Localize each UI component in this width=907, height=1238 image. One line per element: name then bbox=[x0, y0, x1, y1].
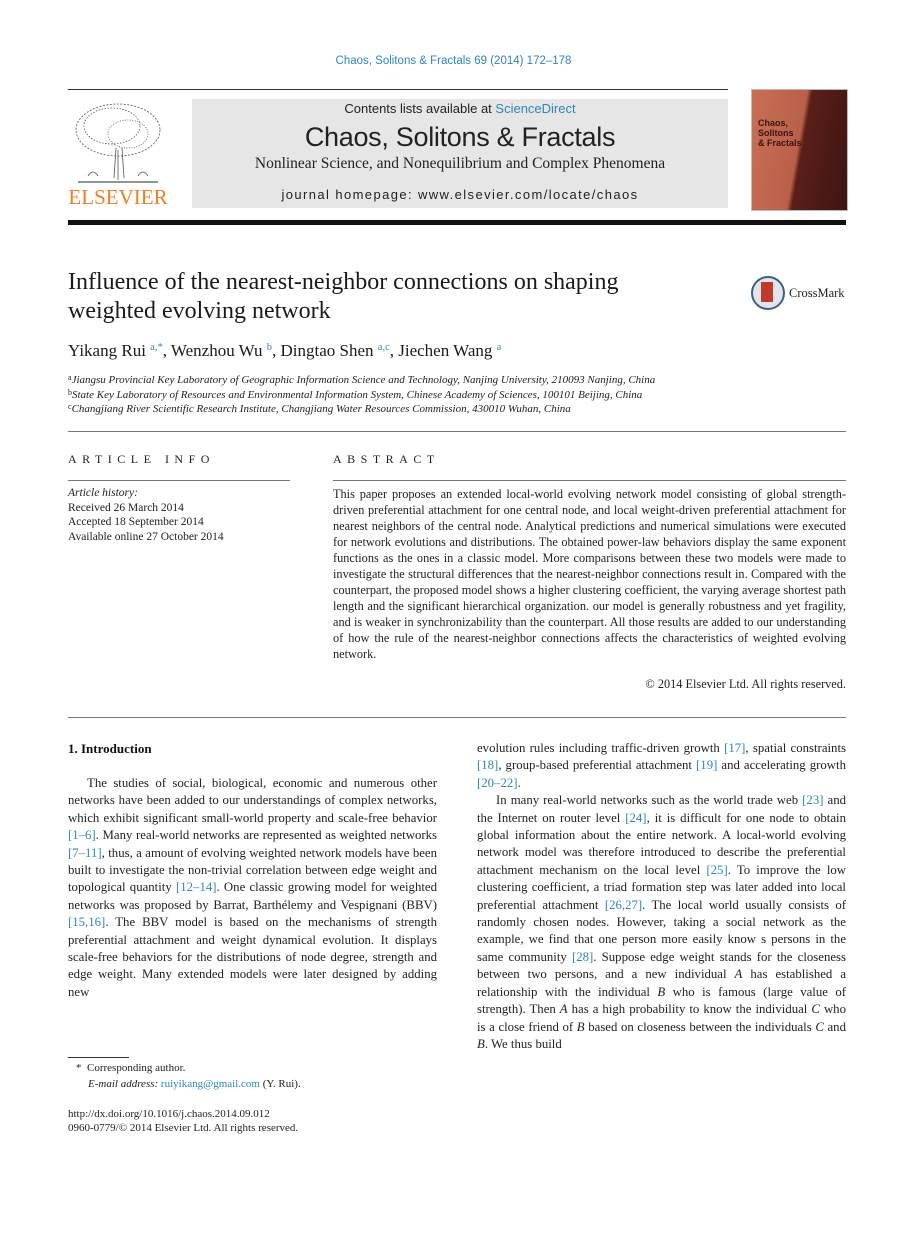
crossmark-button[interactable]: CrossMark bbox=[751, 276, 851, 312]
elsevier-logo: ELSEVIER bbox=[68, 98, 168, 210]
citation-link[interactable]: [19] bbox=[696, 758, 717, 772]
citation-link[interactable]: [12–14] bbox=[176, 880, 217, 894]
email-label: E-mail address: bbox=[88, 1078, 161, 1090]
abstract-copyright: © 2014 Elsevier Ltd. All rights reserved… bbox=[645, 677, 846, 691]
intro-paragraph-1-cont: evolution rules including traffic-driven… bbox=[477, 741, 846, 790]
author-list: Yikang Rui a,*, Wenzhou Wu b, Dingtao Sh… bbox=[68, 341, 501, 361]
received-date: Received 26 March 2014 bbox=[68, 501, 184, 514]
affiliation-b: bState Key Laboratory of Resources and E… bbox=[68, 388, 642, 401]
affiliation-text: Changjiang River Scientific Research Ins… bbox=[71, 403, 571, 415]
crossmark-label: CrossMark bbox=[789, 286, 845, 300]
citation-link[interactable]: [25] bbox=[706, 863, 727, 877]
italic-variable: B bbox=[576, 1019, 585, 1034]
author-affiliation-mark[interactable]: a,* bbox=[150, 342, 163, 353]
sciencedirect-link[interactable]: ScienceDirect bbox=[495, 101, 575, 116]
citation-link[interactable]: [20–22] bbox=[477, 776, 518, 790]
issn-copyright: 0960-0779/© 2014 Elsevier Ltd. All right… bbox=[68, 1122, 299, 1134]
article-info-rule bbox=[68, 480, 290, 481]
abstract-bottom-rule bbox=[68, 717, 846, 718]
elsevier-wordmark: ELSEVIER bbox=[68, 185, 168, 209]
citation-link[interactable]: [18] bbox=[477, 758, 498, 772]
citation-link[interactable]: [15,16] bbox=[68, 915, 105, 929]
history-label: Article history: bbox=[68, 487, 138, 499]
author-name[interactable]: Dingtao Shen bbox=[281, 341, 374, 360]
author-name[interactable]: Jiechen Wang bbox=[398, 341, 492, 360]
abstract-rule bbox=[333, 480, 846, 481]
affiliation-c: cChangjiang River Scientific Research In… bbox=[68, 402, 571, 415]
affiliation-a: aJiangsu Provincial Key Laboratory of Ge… bbox=[68, 373, 655, 386]
footnote-rule bbox=[68, 1057, 129, 1058]
author-affiliation-mark[interactable]: a bbox=[497, 342, 502, 353]
elsevier-tree-icon bbox=[75, 103, 161, 183]
affiliation-text: Jiangsu Provincial Key Laboratory of Geo… bbox=[71, 374, 656, 386]
article-info-heading: ARTICLE INFO bbox=[68, 452, 215, 466]
abstract-heading: ABSTRACT bbox=[333, 452, 440, 466]
journal-subtitle: Nonlinear Science, and Nonequilibrium an… bbox=[254, 155, 666, 172]
crossmark-ribbon-icon bbox=[761, 282, 773, 302]
journal-cover-image: Chaos, Solitons & Fractals bbox=[751, 89, 848, 211]
author-separator: , bbox=[389, 341, 399, 360]
citation-link[interactable]: [23] bbox=[802, 793, 823, 807]
citation-link[interactable]: [17] bbox=[724, 741, 745, 755]
email-note: E-mail address: ruiyikang@gmail.com (Y. … bbox=[88, 1078, 301, 1090]
citation-link[interactable]: [1–6] bbox=[68, 828, 96, 842]
abstract-text: This paper proposes an extended local-wo… bbox=[333, 487, 846, 661]
header-top-rule bbox=[68, 89, 728, 90]
author-affiliation-mark[interactable]: a,c bbox=[378, 342, 390, 353]
journal-homepage[interactable]: journal homepage: www.elsevier.com/locat… bbox=[192, 187, 728, 202]
italic-variable: B bbox=[657, 984, 666, 999]
header-thick-rule bbox=[68, 220, 846, 225]
italic-variable: C bbox=[815, 1019, 824, 1034]
citation-link[interactable]: [24] bbox=[625, 811, 646, 825]
intro-paragraph-2: In many real-world networks such as the … bbox=[477, 793, 847, 1051]
contents-line: Contents lists available at ScienceDirec… bbox=[192, 101, 728, 116]
journal-banner: Contents lists available at ScienceDirec… bbox=[192, 99, 728, 208]
italic-variable: B bbox=[477, 1036, 485, 1051]
italic-variable: C bbox=[811, 1002, 820, 1017]
affiliations-rule bbox=[68, 431, 846, 432]
accepted-date: Accepted 18 September 2014 bbox=[68, 516, 204, 528]
cover-title-line: Chaos, bbox=[758, 118, 789, 128]
italic-variable: A bbox=[734, 967, 743, 982]
body-left-column: The studies of social, biological, econo… bbox=[68, 775, 437, 1001]
intro-paragraph-1: The studies of social, biological, econo… bbox=[68, 776, 437, 999]
asterisk-mark: * bbox=[76, 1062, 82, 1074]
citation-link[interactable]: [7–11] bbox=[68, 846, 102, 860]
corresponding-author-note: * Corresponding author. bbox=[76, 1062, 185, 1074]
author-separator: , bbox=[162, 341, 171, 360]
author-name[interactable]: Yikang Rui bbox=[68, 341, 146, 360]
online-date: Available online 27 October 2014 bbox=[68, 530, 224, 543]
italic-variable: A bbox=[559, 1002, 568, 1017]
email-link[interactable]: ruiyikang@gmail.com bbox=[161, 1078, 260, 1090]
article-title: Influence of the nearest-neighbor connec… bbox=[68, 269, 619, 324]
cover-title-line: Solitons bbox=[758, 128, 794, 138]
corresponding-text: Corresponding author. bbox=[87, 1062, 186, 1074]
email-suffix: (Y. Rui). bbox=[259, 1078, 301, 1090]
article-history: Article history: Received 26 March 2014 … bbox=[68, 486, 224, 544]
citation-link[interactable]: [26,27] bbox=[605, 898, 642, 912]
journal-name: Chaos, Solitons & Fractals bbox=[304, 122, 616, 152]
journal-citation[interactable]: Chaos, Solitons & Fractals 69 (2014) 172… bbox=[0, 55, 907, 67]
cover-title: Chaos, Solitons & Fractals bbox=[758, 118, 802, 148]
affiliation-text: State Key Laboratory of Resources and En… bbox=[72, 389, 643, 401]
cover-title-line: & Fractals bbox=[758, 138, 802, 148]
citation-link[interactable]: [28] bbox=[572, 950, 593, 964]
author-separator: , bbox=[272, 341, 281, 360]
section-heading-introduction: 1. Introduction bbox=[68, 741, 152, 756]
author-name[interactable]: Wenzhou Wu bbox=[171, 341, 263, 360]
body-right-column: evolution rules including traffic-driven… bbox=[477, 740, 846, 1053]
contents-prefix: Contents lists available at bbox=[344, 101, 496, 116]
doi-link[interactable]: http://dx.doi.org/10.1016/j.chaos.2014.0… bbox=[68, 1108, 270, 1120]
